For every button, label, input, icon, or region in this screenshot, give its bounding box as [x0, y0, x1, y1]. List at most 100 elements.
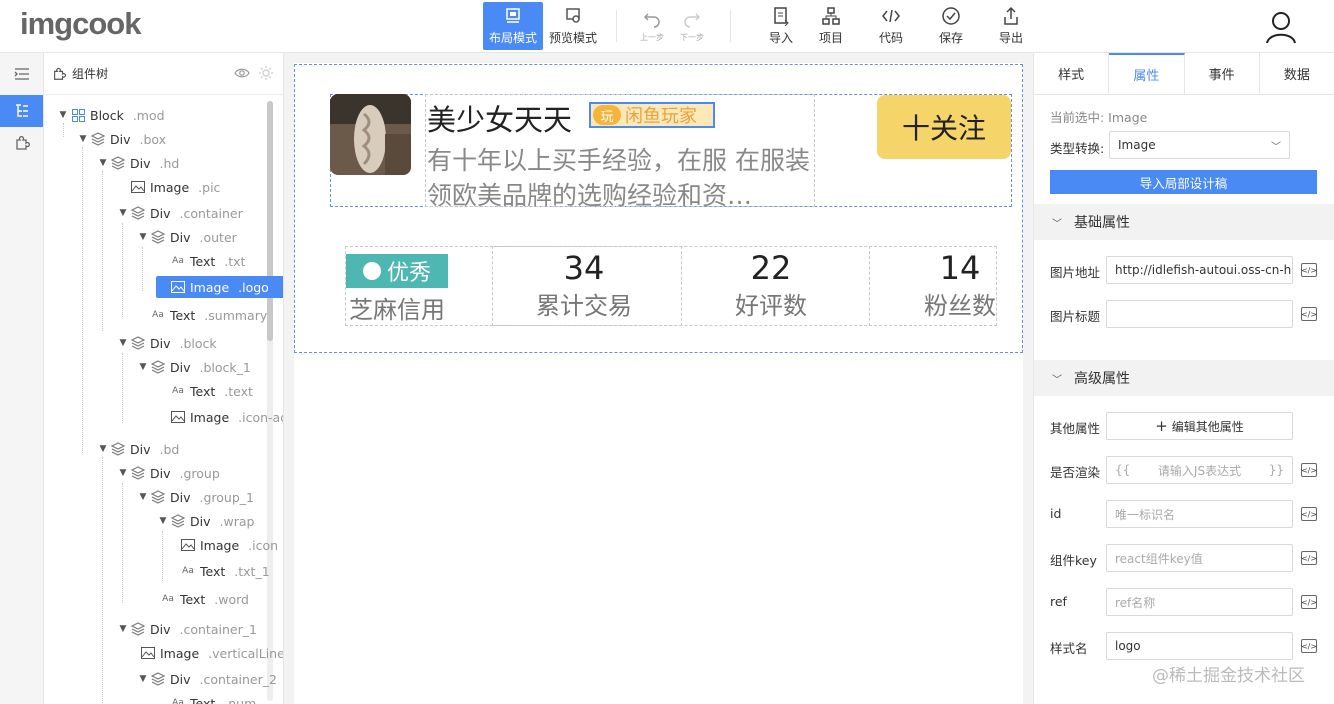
tab-events[interactable]: 事件 [1185, 53, 1260, 94]
settings-gear-icon[interactable] [258, 65, 274, 81]
tree-node-div-container-2[interactable]: ▼ Div .container_2 [136, 668, 277, 690]
code-binding-icon[interactable]: </> [1301, 463, 1317, 477]
tree-node-div-hd[interactable]: ▼ Div .hd [96, 152, 180, 174]
import-partial-design-button[interactable]: 导入局部设计稿 [1050, 170, 1317, 194]
tree-node-block-mod[interactable]: ▼ Block .mod [56, 104, 165, 126]
basic-properties-section[interactable]: ﹀ 基础属性 [1034, 204, 1334, 240]
layers-icon [110, 155, 126, 171]
user-avatar-icon[interactable] [1264, 10, 1298, 44]
zhima-credit-badge[interactable]: 优秀 [346, 254, 448, 288]
tree-scrollbar-thumb[interactable] [267, 101, 273, 341]
preview-icon [566, 8, 580, 23]
stat-deals[interactable]: 34 累计交易 [534, 250, 634, 326]
layers-icon [90, 131, 106, 147]
code-binding-icon[interactable]: </> [1301, 551, 1317, 565]
image-icon [180, 537, 196, 553]
tree-node-image-icon-ad[interactable]: Image .icon-ad [156, 406, 283, 428]
save-check-icon [942, 7, 960, 25]
chevron-down-icon: ﹀ [1271, 141, 1281, 153]
code-binding-icon[interactable]: </> [1301, 307, 1317, 321]
tree-node-div-group[interactable]: ▼ Div .group [116, 462, 220, 484]
save-label: 保存 [938, 31, 963, 45]
code-binding-icon[interactable]: </> [1301, 639, 1317, 653]
toolbar-divider [616, 10, 617, 42]
component-key-label: 组件key [1050, 553, 1097, 568]
tree-node-div-container[interactable]: ▼ Div .container [116, 202, 243, 224]
user-name-text[interactable]: 美少女天天 [427, 97, 572, 139]
eye-icon[interactable] [234, 65, 250, 81]
artboard[interactable]: 美少女天天 玩 闲鱼玩家 有十年以上买手经验，在服 在服装领欧美品牌的选购经验和… [294, 63, 1023, 704]
tree-node-div-block-1[interactable]: ▼ Div .block_1 [136, 356, 251, 378]
component-key-input[interactable]: react组件key值 [1106, 544, 1293, 572]
avatar-picture[interactable] [330, 94, 411, 175]
tree-node-text-txt[interactable]: Aa Text .txt [156, 250, 245, 272]
stat-label: 好评数 [735, 292, 807, 320]
export-button[interactable]: 导出 [994, 2, 1028, 50]
watermark-text: @稀土掘金技术社区 [1152, 666, 1305, 686]
tab-attributes[interactable]: 属性 [1109, 53, 1185, 94]
layout-mode-button[interactable]: 布局模式 [483, 2, 543, 50]
tab-style[interactable]: 样式 [1034, 53, 1110, 94]
code-binding-icon[interactable]: </> [1301, 595, 1317, 609]
tree-node-div-outer[interactable]: ▼ Div .outer [136, 226, 237, 248]
tree-node-image-logo-selected[interactable]: Image .logo [156, 276, 283, 298]
chevron-down-icon: ﹀ [1052, 375, 1062, 386]
tree-node-text-txt-1[interactable]: Aa Text .txt_1 [166, 560, 270, 582]
tree-connector [122, 353, 123, 423]
code-button[interactable]: 代码 [874, 2, 908, 50]
advanced-properties-section[interactable]: ﹀ 高级属性 [1034, 360, 1334, 396]
tab-data[interactable]: 数据 [1260, 53, 1334, 94]
id-input[interactable]: 唯一标识名 [1106, 500, 1293, 528]
image-src-input[interactable]: http://idlefish-autoui.oss-cn-ha [1106, 256, 1293, 284]
tree-node-text-word[interactable]: Aa Text .word [146, 588, 249, 610]
project-tree-icon [822, 7, 840, 25]
summary-text[interactable]: 有十年以上买手经验，在服 在服装领欧美品牌的选购经验和资… [427, 143, 812, 207]
component-tree-tab-icon[interactable] [0, 95, 43, 127]
tree-node-div-wrap[interactable]: ▼ Div .wrap [156, 510, 255, 532]
ref-input[interactable]: ref名称 [1106, 588, 1293, 616]
tree-connector [162, 531, 163, 581]
code-binding-icon[interactable]: </> [1301, 263, 1317, 277]
tree-node-div-container-1[interactable]: ▼ Div .container_1 [116, 618, 257, 640]
classname-label: 样式名 [1050, 641, 1088, 656]
classname-input[interactable]: logo [1106, 632, 1293, 660]
stat-label: 累计交易 [536, 292, 632, 320]
stat-fans[interactable]: 14 粉丝数 [922, 250, 998, 326]
preview-mode-button[interactable]: 预览模式 [545, 2, 601, 50]
undo-button[interactable]: 上一步 [636, 2, 668, 50]
type-select[interactable]: Image ﹀ [1109, 131, 1290, 159]
text-aa-icon: Aa [172, 386, 184, 396]
image-title-input[interactable] [1106, 300, 1293, 328]
redo-label: 下一步 [680, 33, 704, 42]
tree-node-text-summary[interactable]: Aa Text .summary [136, 304, 267, 326]
tree-node-text-num[interactable]: Aa Text .num [156, 692, 256, 704]
tree-connector [142, 247, 143, 291]
image-logo-selected[interactable]: 玩 闲鱼玩家 [589, 102, 715, 128]
tree-node-image-verticalline[interactable]: Image .verticalLine [126, 642, 283, 664]
tree-node-div-bd[interactable]: ▼ Div .bd [96, 438, 180, 460]
render-condition-input[interactable]: {{请输入JS表达式}} [1106, 456, 1293, 484]
code-icon [882, 9, 900, 23]
stat-reviews[interactable]: 22 好评数 [724, 250, 818, 326]
player-badge-text: 闲鱼玩家 [625, 106, 697, 127]
redo-button[interactable]: 下一步 [676, 2, 708, 50]
save-button[interactable]: 保存 [934, 2, 968, 50]
tree-node-div-group-1[interactable]: ▼ Div .group_1 [136, 486, 254, 508]
tree-node-div-box[interactable]: ▼ Div .box [76, 128, 167, 150]
ref-label: ref [1050, 594, 1067, 609]
import-button[interactable]: 导入 [764, 2, 798, 50]
tree-node-image-icon[interactable]: Image .icon [166, 534, 278, 556]
code-binding-icon[interactable]: </> [1301, 507, 1317, 521]
tree-node-text-text[interactable]: Aa Text .text [156, 380, 253, 402]
edit-other-props-button[interactable]: + 编辑其他属性 [1106, 412, 1293, 440]
stat-zhima[interactable]: 芝麻信用 [346, 290, 448, 330]
tree-node-div-block[interactable]: ▼ Div .block [116, 332, 217, 354]
follow-button[interactable]: 十关注 [877, 95, 1011, 159]
plugin-puzzle-icon[interactable] [0, 127, 43, 159]
tree-node-image-pic[interactable]: Image .pic [116, 176, 220, 198]
id-label: id [1050, 506, 1062, 521]
collapse-menu-icon[interactable] [0, 53, 43, 95]
image-icon [140, 645, 156, 661]
undo-icon [643, 13, 660, 28]
project-button[interactable]: 项目 [814, 2, 848, 50]
